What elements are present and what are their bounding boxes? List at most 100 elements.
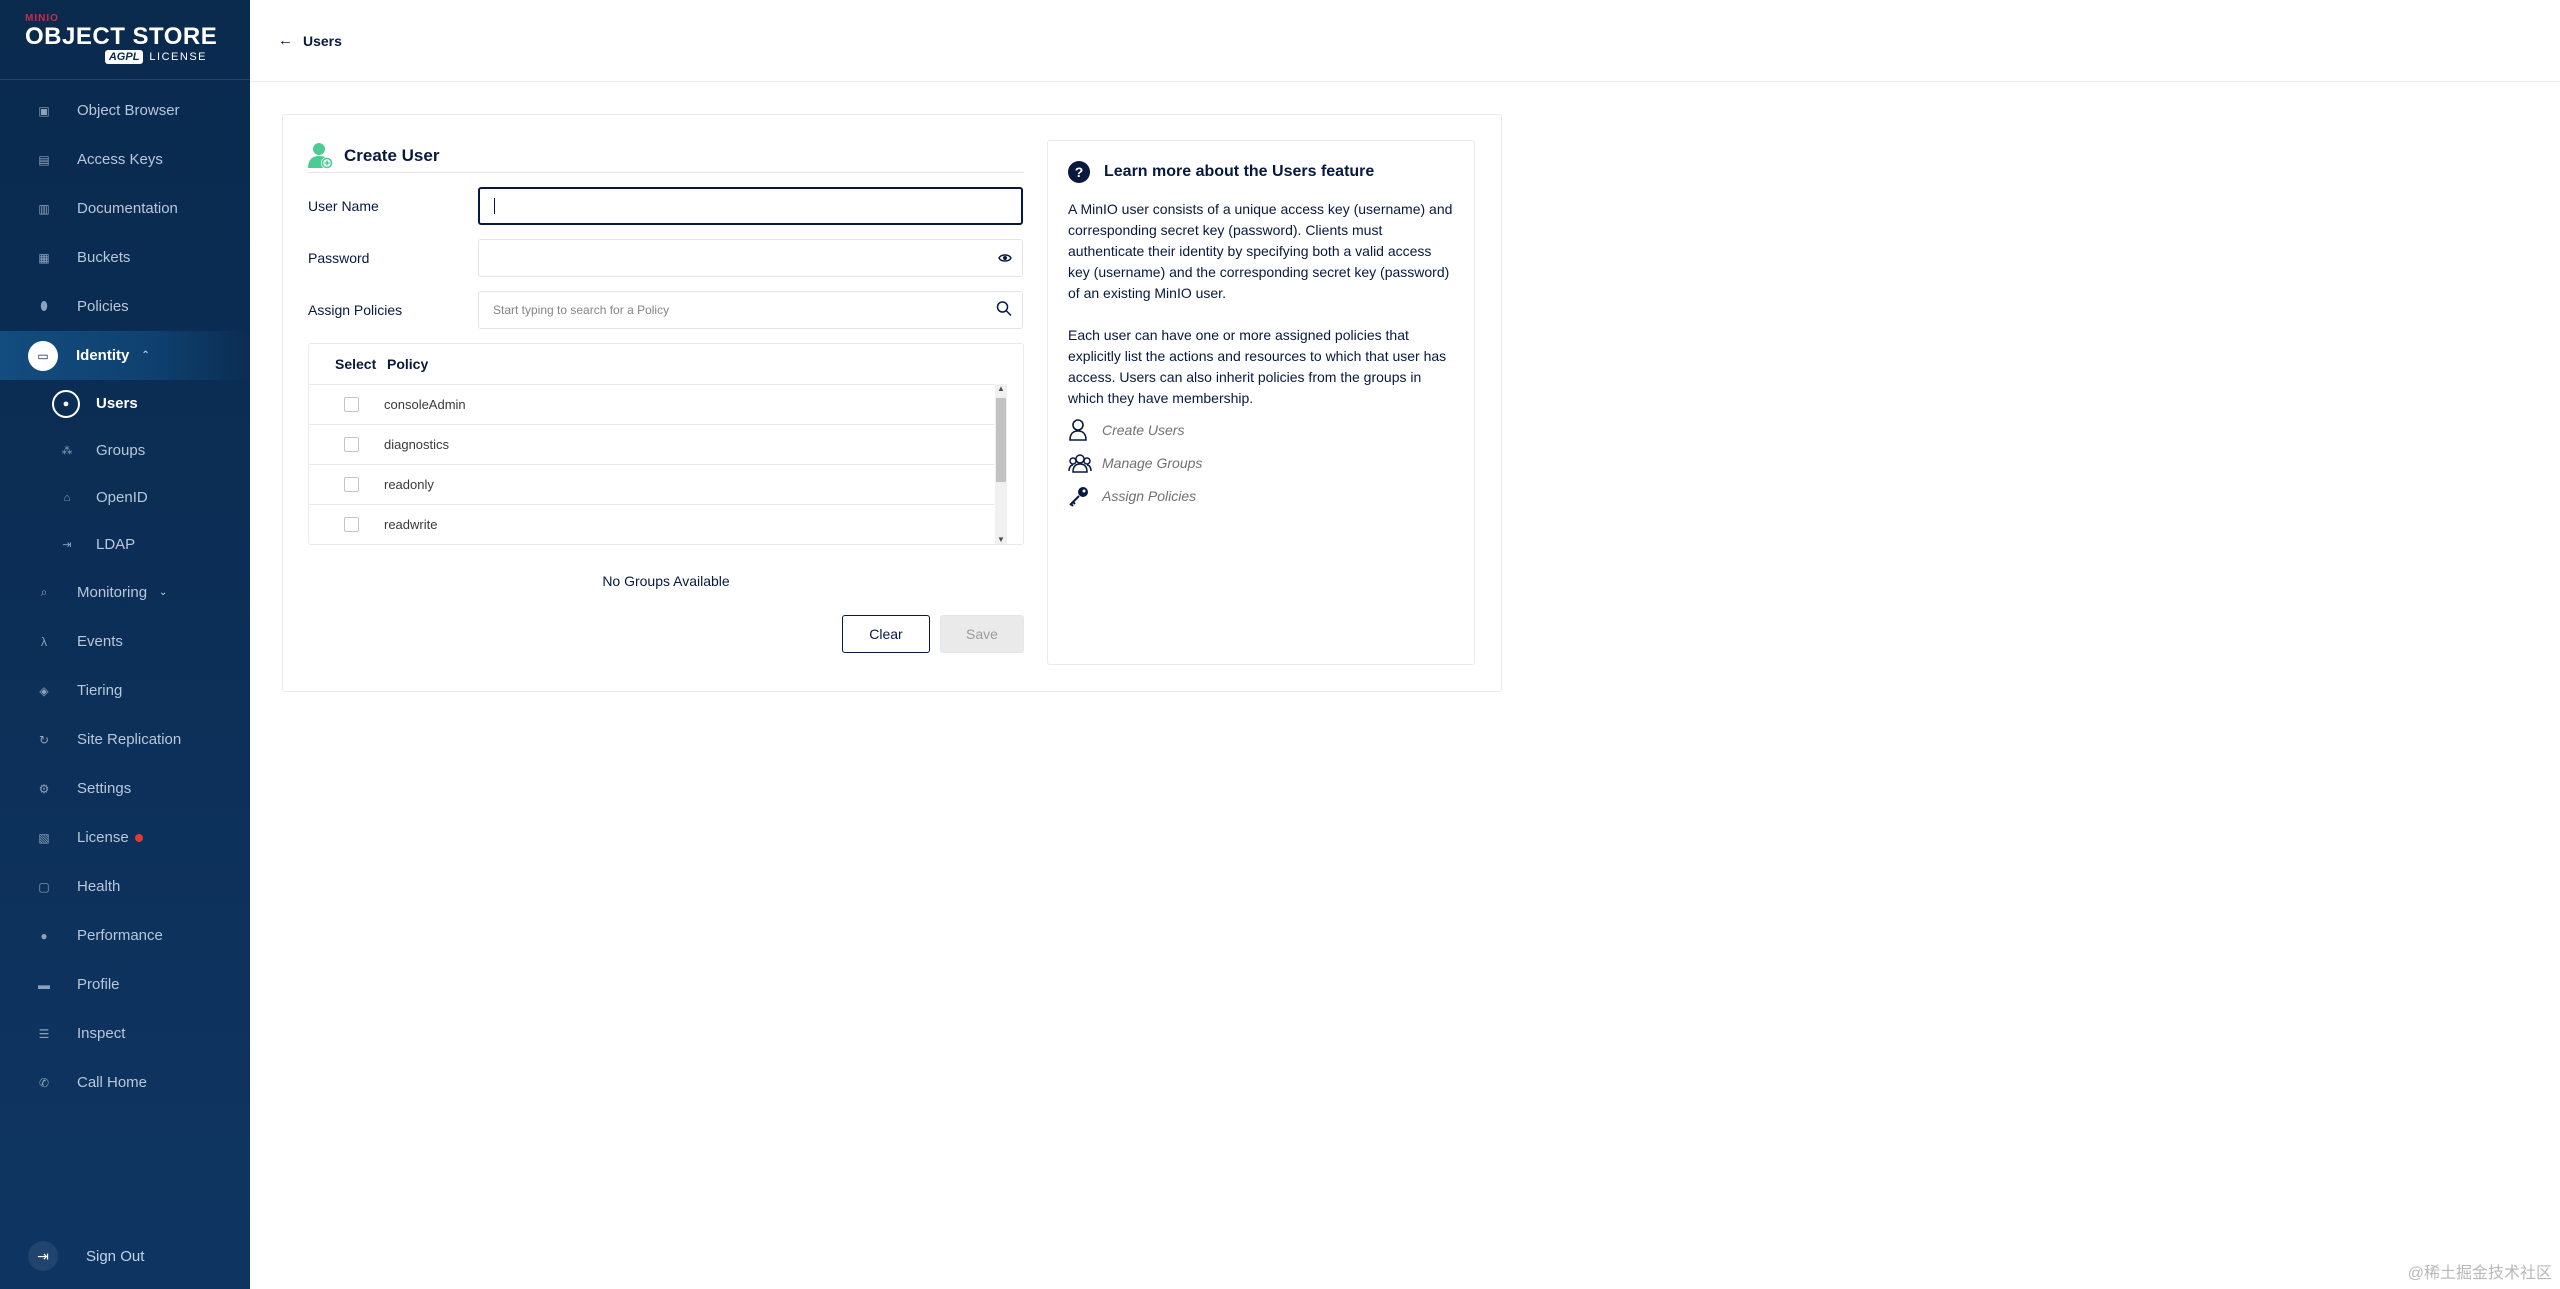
save-button[interactable]: Save: [940, 615, 1024, 653]
user-outline-icon: [1068, 419, 1092, 441]
username-input[interactable]: [478, 187, 1023, 225]
sidebar-item-policies[interactable]: ⬮ Policies: [0, 282, 250, 331]
row-checkbox[interactable]: [344, 477, 359, 492]
help-paragraph: A MinIO user consists of a unique access…: [1068, 201, 1453, 301]
performance-icon: ●: [40, 928, 48, 943]
table-scrollbar[interactable]: ▲ ▼: [995, 384, 1007, 544]
row-checkbox[interactable]: [344, 517, 359, 532]
sidebar-item-label: Object Browser: [77, 102, 180, 119]
sidebar-item-label: Monitoring: [77, 584, 148, 601]
policy-name: readonly: [384, 477, 434, 492]
policies-label: Assign Policies: [308, 302, 403, 318]
policy-name: consoleAdmin: [384, 397, 466, 412]
row-checkbox[interactable]: [344, 397, 359, 412]
sidebar-item-access-keys[interactable]: ▤ Access Keys: [0, 135, 250, 184]
policies-icon: ⬮: [40, 299, 48, 313]
sidebar-item-label: Documentation: [77, 200, 178, 217]
documentation-icon: ▥: [38, 201, 50, 216]
sidebar-item-events[interactable]: λ Events: [0, 617, 250, 666]
sidebar-item-call-home[interactable]: ✆ Call Home: [0, 1058, 250, 1107]
logo[interactable]: MINIO OBJECT STORE AGPL LICENSE: [0, 0, 250, 80]
scroll-down-icon[interactable]: ▼: [997, 535, 1005, 544]
help-link-assign-policies[interactable]: Assign Policies: [1068, 484, 1454, 508]
clear-button[interactable]: Clear: [842, 615, 930, 653]
password-row: Password: [308, 239, 1024, 277]
scroll-up-icon[interactable]: ▲: [997, 384, 1005, 393]
help-link-create-users[interactable]: Create Users: [1068, 418, 1454, 442]
help-link-label: Create Users: [1102, 422, 1185, 438]
sidebar-item-label: Access Keys: [77, 151, 163, 168]
row-checkbox[interactable]: [344, 437, 359, 452]
help-link-manage-groups[interactable]: Manage Groups: [1068, 451, 1454, 475]
form-title-text: Create User: [344, 145, 440, 165]
sidebar-item-label: Profile: [77, 976, 120, 993]
sign-out-button[interactable]: ⇥ Sign Out: [28, 1241, 144, 1271]
sidebar-item-profile[interactable]: ▬ Profile: [0, 960, 250, 1009]
table-header: Select Policy: [309, 344, 1023, 384]
sidebar-subitem-label: OpenID: [96, 489, 148, 506]
table-row[interactable]: consoleAdmin: [309, 384, 1007, 424]
settings-icon: ⚙: [38, 781, 50, 796]
sidebar-item-label: Events: [77, 633, 123, 650]
eye-icon[interactable]: [998, 250, 1012, 266]
sidebar-subitem-label: LDAP: [96, 536, 136, 553]
license-icon: ▧: [38, 830, 50, 845]
health-icon: ▢: [38, 879, 50, 894]
table-row[interactable]: readwrite: [309, 504, 1007, 544]
no-groups-message: No Groups Available: [602, 573, 730, 589]
sidebar-item-inspect[interactable]: ☰ Inspect: [0, 1009, 250, 1058]
key-icon: [1068, 485, 1092, 507]
sidebar-item-license[interactable]: ▧ License: [0, 813, 250, 862]
sidebar-subitem-users[interactable]: ● Users: [0, 380, 250, 427]
sidebar-item-site-replication[interactable]: ↻ Site Replication: [0, 715, 250, 764]
policy-name: diagnostics: [384, 437, 450, 452]
help-title: ? Learn more about the Users feature: [1068, 161, 1454, 183]
sidebar-subitem-ldap[interactable]: ⇥ LDAP: [0, 521, 250, 568]
sign-out-icon: ⇥: [28, 1241, 58, 1271]
back-button[interactable]: ← Users: [278, 32, 342, 49]
form-actions: Clear Save: [308, 615, 1024, 653]
groups-outline-icon: [1068, 453, 1092, 473]
buckets-icon: ▦: [38, 250, 50, 265]
sidebar-item-buckets[interactable]: ▦ Buckets: [0, 233, 250, 282]
access-keys-icon: ▤: [38, 152, 50, 167]
policy-search-placeholder: Start typing to search for a Policy: [493, 303, 670, 317]
table-row[interactable]: readonly: [309, 464, 1007, 504]
tiering-icon: ◈: [39, 683, 49, 698]
arrow-left-icon: ←: [278, 32, 293, 49]
form-title: Create User: [308, 139, 1024, 173]
sidebar-item-label: License: [77, 829, 129, 846]
help-link-label: Assign Policies: [1102, 488, 1197, 504]
sidebar-subitem-openid[interactable]: ⌂ OpenID: [0, 474, 250, 521]
logo-product: OBJECT STORE: [25, 23, 218, 50]
table-row[interactable]: diagnostics: [309, 424, 1007, 464]
help-title-text: Learn more about the Users feature: [1104, 163, 1375, 180]
sidebar-subitem-groups[interactable]: ⁂ Groups: [0, 427, 250, 474]
sidebar-item-identity[interactable]: ▭ Identity ⌃: [0, 331, 250, 380]
identity-icon: ▭: [28, 340, 58, 371]
sidebar-item-documentation[interactable]: ▥ Documentation: [0, 184, 250, 233]
help-icon: ?: [1068, 161, 1090, 183]
sidebar-item-label: Settings: [77, 780, 132, 797]
policies-row: Assign Policies Start typing to search f…: [308, 291, 1024, 329]
sidebar-item-performance[interactable]: ● Performance: [0, 911, 250, 960]
monitoring-icon: ⌕: [40, 585, 48, 599]
policy-name: readwrite: [384, 517, 438, 532]
sidebar-item-tiering[interactable]: ◈ Tiering: [0, 666, 250, 715]
sign-out-label: Sign Out: [86, 1247, 145, 1265]
add-user-icon: [308, 142, 334, 170]
text-caret: [494, 198, 495, 214]
sidebar-subitem-label: Groups: [96, 442, 146, 459]
sidebar-item-object-browser[interactable]: ▣ Object Browser: [0, 86, 250, 135]
sidebar-item-health[interactable]: ▢ Health: [0, 862, 250, 911]
sidebar-item-label: Policies: [77, 298, 129, 315]
sidebar-item-label: Buckets: [77, 249, 131, 266]
search-icon: [996, 301, 1012, 320]
policy-search-input[interactable]: Start typing to search for a Policy: [478, 291, 1023, 329]
sidebar-item-monitoring[interactable]: ⌕ Monitoring ⌄: [0, 568, 250, 617]
password-input[interactable]: [478, 239, 1023, 277]
sidebar-item-settings[interactable]: ⚙ Settings: [0, 764, 250, 813]
site-replication-icon: ↻: [38, 732, 50, 747]
scrollbar-thumb[interactable]: [996, 398, 1006, 482]
watermark: @稀土掘金技术社区: [2407, 1265, 2552, 1282]
